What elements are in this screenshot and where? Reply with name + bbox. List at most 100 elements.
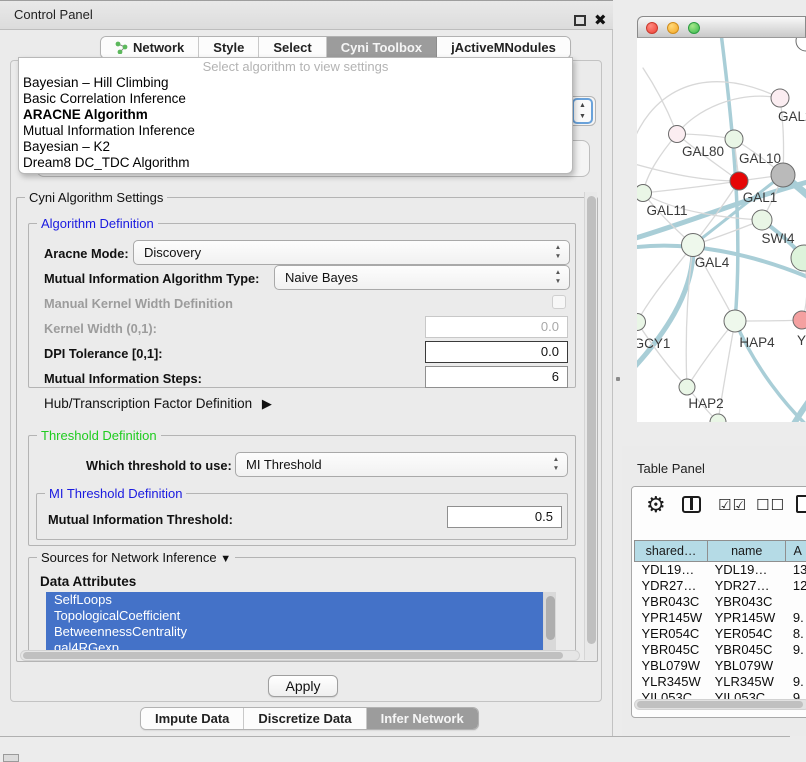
network-edge[interactable] (687, 321, 735, 387)
network-node-gal2[interactable] (771, 89, 789, 107)
network-edge[interactable] (637, 163, 739, 181)
close-icon[interactable]: ✖ (594, 11, 607, 29)
table-cell: YER054C (708, 626, 786, 642)
attributes-scrollbar-track[interactable] (543, 592, 556, 650)
network-canvas[interactable]: GAL2GAL80GAL10GAL1GAL11SWI4GAL4GCY1HAP4Y… (637, 38, 806, 422)
table-cell: YLR345W (708, 674, 786, 690)
which-threshold-combo[interactable]: MI Threshold ▲▼ (235, 452, 568, 477)
export-table-icon[interactable] (796, 495, 806, 513)
kernel-width-input[interactable]: 0.0 (425, 316, 568, 338)
dpi-tolerance-input[interactable]: 0.0 (425, 341, 568, 363)
network-edge[interactable] (637, 245, 693, 322)
network-node-bottom[interactable] (710, 414, 726, 422)
table-cell: YBL079W (635, 658, 708, 674)
mac-close-icon[interactable] (646, 22, 658, 34)
mi-steps-label: Mutual Information Steps: (44, 371, 202, 386)
network-node-y[interactable] (793, 311, 806, 329)
algorithm-option-bayesian-k2[interactable]: Bayesian – K2 (19, 139, 572, 155)
table-row[interactable]: YDR27…YDR27…12 (635, 578, 806, 594)
table-row[interactable]: YDL19…YDL19…13 (635, 562, 806, 578)
network-node-gal4[interactable] (682, 234, 705, 257)
tab-network[interactable]: Network (101, 37, 199, 58)
deselect-all-icon[interactable]: ☐☐ (756, 496, 785, 514)
panel-resize-handle[interactable] (616, 377, 620, 381)
table-panel-body: ⚙ ☑☑ ☐☐ shared…nameA YDL19…YDL19…13YDR27… (631, 486, 806, 718)
tab-style[interactable]: Style (199, 37, 259, 58)
control-panel-window: Control Panel ✖ NetworkStyleSelectCyni T… (0, 0, 613, 737)
columns-icon[interactable] (682, 496, 701, 513)
table-row[interactable]: YBL079WYBL079W (635, 658, 806, 674)
kernel-width-label: Kernel Width (0,1): (44, 321, 157, 336)
mac-minimize-icon[interactable] (667, 22, 679, 34)
settings-scrollbar-track[interactable] (584, 192, 597, 660)
table-row[interactable]: YER054CYER054C8. (635, 626, 806, 642)
settings-hscrollbar-thumb[interactable] (23, 652, 563, 659)
node-table[interactable]: shared…nameA YDL19…YDL19…13YDR27…YDR27…1… (634, 540, 806, 706)
select-all-checks-icon[interactable]: ☑☑ (718, 496, 747, 514)
chevron-down-icon[interactable]: ▼ (220, 553, 231, 565)
network-node-corner[interactable] (796, 38, 806, 51)
node-label-hap2: HAP2 (688, 396, 723, 411)
float-window-icon[interactable] (574, 15, 586, 26)
combo-spinner-icon[interactable]: ▲▼ (572, 98, 593, 124)
mi-threshold-input[interactable]: 0.5 (447, 506, 562, 528)
attributes-scrollbar-thumb[interactable] (546, 596, 555, 640)
table-row[interactable]: YBR045CYBR045C9. (635, 642, 806, 658)
network-node-gal11[interactable] (637, 185, 652, 202)
settings-scrollbar-thumb[interactable] (587, 196, 596, 644)
gear-icon[interactable]: ⚙ (646, 492, 666, 518)
tab-infer-network[interactable]: Infer Network (367, 708, 478, 729)
hub-definition-toggle[interactable]: Hub/Transcription Factor Definition ▶ (44, 396, 272, 412)
table-row[interactable]: YBR043CYBR043C (635, 594, 806, 610)
sources-title: Sources for Network Inference ▼ (37, 550, 235, 565)
network-node-gal10[interactable] (725, 130, 743, 148)
network-node-gal1[interactable] (730, 172, 748, 190)
algorithm-option-bayesian-hill-climbing[interactable]: Bayesian – Hill Climbing (19, 75, 572, 91)
tab-cyni-toolbox[interactable]: Cyni Toolbox (327, 37, 437, 58)
network-edge[interactable] (643, 181, 739, 193)
network-icon (115, 41, 128, 54)
table-row[interactable]: YPR145WYPR145W9. (635, 610, 806, 626)
network-edge[interactable] (643, 134, 677, 193)
tab-select[interactable]: Select (259, 37, 326, 58)
network-node-gcy1[interactable] (637, 314, 646, 331)
table-hscrollbar-thumb[interactable] (637, 701, 803, 708)
network-node-gal80[interactable] (669, 126, 686, 143)
mi-threshold-group-title: MI Threshold Definition (45, 486, 186, 501)
network-edge[interactable] (643, 68, 677, 134)
minimized-panel-chip[interactable] (3, 754, 19, 762)
tab-jactivemnodules[interactable]: jActiveMNodules (437, 37, 570, 58)
table-row[interactable]: YLR345WYLR345W9. (635, 674, 806, 690)
network-edge[interactable] (637, 82, 780, 148)
column-header-shared[interactable]: shared… (635, 541, 708, 562)
attribute-item-topologicalcoefficient[interactable]: TopologicalCoefficient (46, 608, 556, 624)
aracne-mode-combo[interactable]: Discovery ▲▼ (133, 240, 570, 265)
data-attributes-list[interactable]: SelfLoopsTopologicalCoefficientBetweenne… (46, 592, 556, 650)
node-label-gal1: GAL1 (743, 190, 778, 205)
node-label-swi4: SWI4 (761, 231, 794, 246)
attribute-item-gal4rgexp[interactable]: gal4RGexp (46, 640, 556, 650)
column-header-name[interactable]: name (708, 541, 786, 562)
network-node-hap2[interactable] (679, 379, 695, 395)
network-node-hap4[interactable] (724, 310, 746, 332)
tab-impute-data[interactable]: Impute Data (141, 708, 244, 729)
settings-hscrollbar-track[interactable] (20, 650, 580, 661)
mi-type-combo[interactable]: Naive Bayes ▲▼ (274, 265, 570, 290)
tab-discretize-data[interactable]: Discretize Data (244, 708, 366, 729)
network-window-titlebar (637, 16, 806, 38)
table-hscrollbar-track[interactable] (634, 699, 806, 710)
apply-button[interactable]: Apply (268, 675, 338, 697)
algorithm-option-basic-correlation-inference[interactable]: Basic Correlation Inference (19, 91, 572, 107)
which-threshold-label: Which threshold to use: (86, 458, 232, 473)
algorithm-option-mutual-information-inference[interactable]: Mutual Information Inference (19, 123, 572, 139)
network-node-swi4[interactable] (752, 210, 772, 230)
mi-steps-input[interactable]: 6 (425, 366, 568, 388)
network-node-gray[interactable] (771, 163, 795, 187)
mac-zoom-icon[interactable] (688, 22, 700, 34)
attribute-item-selfloops[interactable]: SelfLoops (46, 592, 556, 608)
column-header-a[interactable]: A (786, 541, 806, 562)
manual-kernel-checkbox[interactable] (552, 295, 566, 309)
algorithm-option-aracne-algorithm[interactable]: ARACNE Algorithm (19, 107, 572, 123)
attribute-item-betweennesscentrality[interactable]: BetweennessCentrality (46, 624, 556, 640)
algorithm-option-dream8-dc-tdc-algorithm[interactable]: Dream8 DC_TDC Algorithm (19, 155, 572, 171)
